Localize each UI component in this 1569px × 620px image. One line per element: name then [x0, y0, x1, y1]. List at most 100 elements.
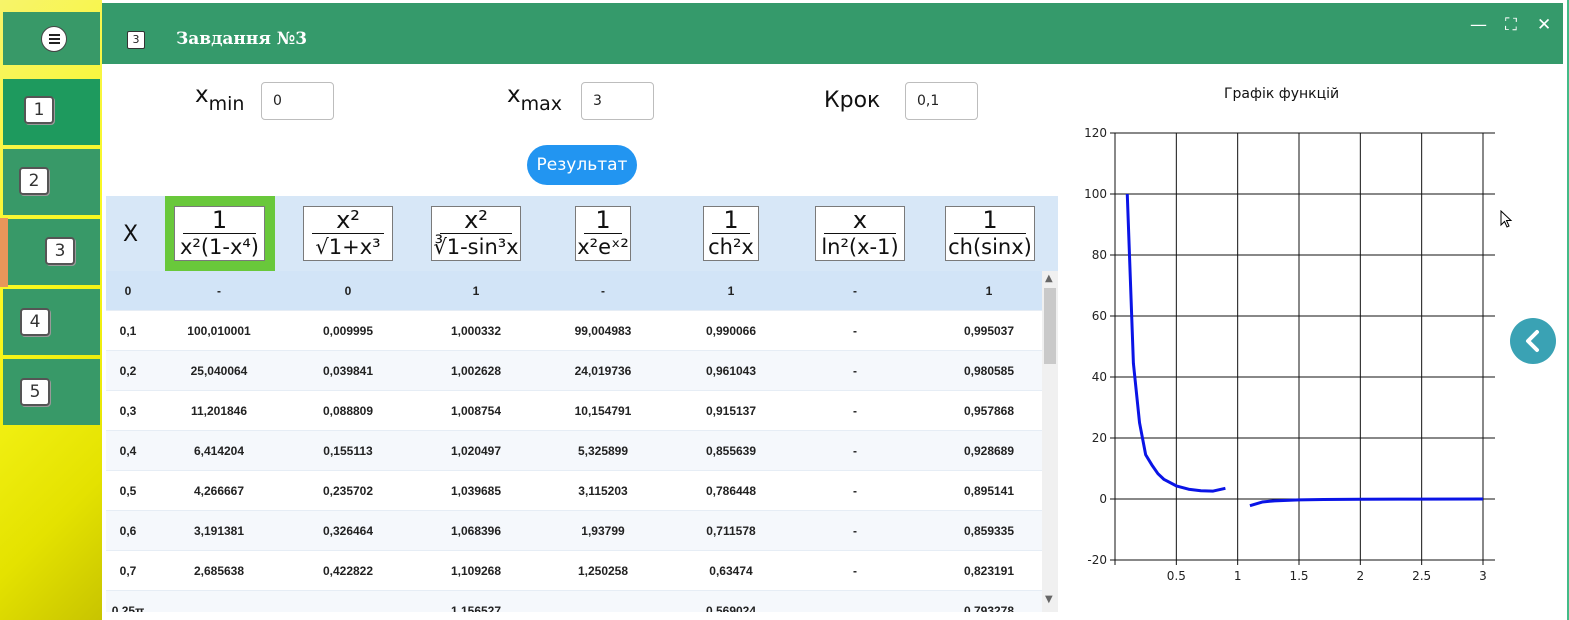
x-tick-label: 1,5: [1289, 569, 1308, 580]
back-button[interactable]: [1510, 318, 1556, 364]
table-row[interactable]: 0,5 4,266667 0,235702 1,039685 3,115203 0,786…: [106, 471, 1042, 511]
cell-value: 0,990066: [705, 324, 757, 338]
cell-value: -: [853, 404, 857, 418]
xmax-input[interactable]: 3: [581, 82, 654, 120]
y-tick-label: 120: [1084, 126, 1107, 140]
active-item-marker: [0, 218, 8, 287]
result-button[interactable]: Результат: [527, 145, 637, 185]
y-tick-label: 80: [1092, 248, 1107, 262]
table-scrollbar[interactable]: ▲ ▼: [1042, 271, 1058, 612]
cell-value: -: [217, 284, 221, 298]
function-chart: 0,5 1 1,5 2 2,5 3 -20 0 20 40 60 80 100 120: [1084, 126, 1495, 580]
column-header-selected[interactable]: 1 x²(1-x⁴): [165, 196, 275, 271]
cell-value: 0,859335: [963, 524, 1015, 538]
cell-value: 0,855639: [705, 444, 757, 458]
cell-value: 0,088809: [322, 404, 374, 418]
sidebar-item-4[interactable]: 4: [3, 289, 100, 355]
close-icon[interactable]: ✕: [1537, 15, 1551, 35]
sidebar-item-2[interactable]: 2: [3, 149, 100, 215]
cell-value: -: [853, 444, 857, 458]
cell-value: 1: [985, 284, 993, 298]
sidebar: 1 2 3 4 5: [0, 0, 102, 620]
column-header-3[interactable]: x² ∛1-sin³x: [431, 196, 521, 271]
column-header-5[interactable]: 1 ch²x: [703, 196, 759, 271]
app-window: 1 2 3 4 5 3 Завдання №3 — ⛶ ✕ xmin 0 xma…: [0, 0, 1569, 620]
cell-value: 1,000332: [450, 324, 502, 338]
cell-value: 0,895141: [963, 484, 1015, 498]
cell-value: 1,068396: [450, 524, 502, 538]
cell-value: 0,823191: [963, 564, 1015, 578]
formula-7: 1 ch(sinx): [945, 206, 1035, 261]
cell-value: 1,250258: [577, 564, 629, 578]
table-row[interactable]: 0-01-1-1: [106, 271, 1042, 311]
cell-value: 1: [472, 284, 480, 298]
scroll-down-icon[interactable]: ▼: [1045, 594, 1053, 605]
sidebar-item-3[interactable]: 3: [3, 219, 100, 285]
y-tick-label: 40: [1092, 370, 1107, 384]
cell-value: 5,325899: [577, 444, 629, 458]
table-row[interactable]: 0,6 3,191381 0,326464 1,068396 1,93799 0,7115…: [106, 511, 1042, 551]
cell-value: 0,711578: [706, 524, 756, 538]
cell-value: 1: [727, 284, 735, 298]
sidebar-item-label: 1: [24, 96, 54, 124]
cell-value: 4,266667: [193, 484, 245, 498]
cell-value: 2,685638: [193, 564, 245, 578]
y-tick-label: 100: [1084, 187, 1107, 201]
cell-value: 0,957868: [963, 404, 1015, 418]
sidebar-item-5[interactable]: 5: [3, 359, 100, 425]
sidebar-item-1[interactable]: 1: [3, 79, 100, 145]
cell-value: 0,569024: [705, 604, 757, 612]
cell-value: -: [853, 284, 857, 298]
column-header-7[interactable]: 1 ch(sinx): [945, 196, 1035, 271]
cell-value: 1,002628: [450, 364, 502, 378]
menu-button[interactable]: [3, 12, 100, 65]
cell-value: -: [853, 524, 857, 538]
cell-value: -: [853, 484, 857, 498]
y-tick-label: 0: [1099, 492, 1107, 506]
task-icon: 3: [127, 31, 145, 49]
cell-value: 0,793278: [963, 604, 1015, 612]
xmin-label: xmin: [195, 82, 245, 115]
xmin-input[interactable]: 0: [261, 82, 334, 120]
cell-value: 6,414204: [193, 444, 245, 458]
cell-value: 1,156527: [450, 604, 502, 612]
step-input[interactable]: 0,1: [905, 82, 978, 120]
minimize-icon[interactable]: —: [1470, 15, 1487, 35]
cell-value: 11,201846: [190, 404, 248, 418]
column-header-x: X: [123, 222, 139, 247]
x-tick-label: 2,5: [1412, 569, 1431, 580]
formula-6: x ln²(x-1): [815, 206, 905, 261]
cell-value: -: [853, 324, 857, 338]
cell-value: [548, 591, 658, 612]
table-row[interactable]: 0,4 6,414204 0,155113 1,020497 5,325899 0,855…: [106, 431, 1042, 471]
cell-value: 1,039685: [450, 484, 502, 498]
cell-value: 0,786448: [705, 484, 757, 498]
cell-value: 0,995037: [963, 324, 1015, 338]
column-header-6[interactable]: x ln²(x-1): [815, 196, 905, 271]
table-row[interactable]: 0,25π 1,156527 0,569024 0,793278: [106, 591, 1042, 612]
page-title: Завдання №3: [176, 29, 308, 49]
main-panel: 3 Завдання №3 — ⛶ ✕ xmin 0 xmax 3 Крок 0…: [102, 0, 1569, 620]
table-row[interactable]: 0,7 2,685638 0,422822 1,109268 1,250258 0,634…: [106, 551, 1042, 591]
column-header-2[interactable]: x² √1+x³: [303, 196, 393, 271]
cell-value: 0,235702: [322, 484, 374, 498]
scroll-up-icon[interactable]: ▲: [1045, 273, 1053, 284]
x-tick-label: 0,5: [1167, 569, 1186, 580]
x-tick-label: 3: [1479, 569, 1487, 580]
cell-value: 1,109268: [450, 564, 502, 578]
sidebar-item-label: 3: [45, 237, 75, 265]
cell-value: [293, 591, 403, 612]
maximize-icon[interactable]: ⛶: [1505, 15, 1517, 35]
cell-value: 0,422822: [322, 564, 374, 578]
cell-value: -: [853, 564, 857, 578]
sidebar-item-label: 4: [20, 308, 50, 336]
table-row[interactable]: 0,2 25,040064 0,039841 1,002628 24,019736 0,9…: [106, 351, 1042, 391]
cell-value: 0,961043: [705, 364, 757, 378]
table-row[interactable]: 0,3 11,201846 0,088809 1,008754 10,154791 0,9…: [106, 391, 1042, 431]
x-tick-label: 2: [1357, 569, 1365, 580]
column-header-4[interactable]: 1 x²eˣ²: [575, 196, 631, 271]
cell-value: 0,039841: [322, 364, 374, 378]
table-row[interactable]: 0,1 100,010001 0,009995 1,000332 99,004983 0,…: [106, 311, 1042, 351]
cell-value: 0,928689: [963, 444, 1015, 458]
scroll-thumb[interactable]: [1044, 288, 1056, 364]
